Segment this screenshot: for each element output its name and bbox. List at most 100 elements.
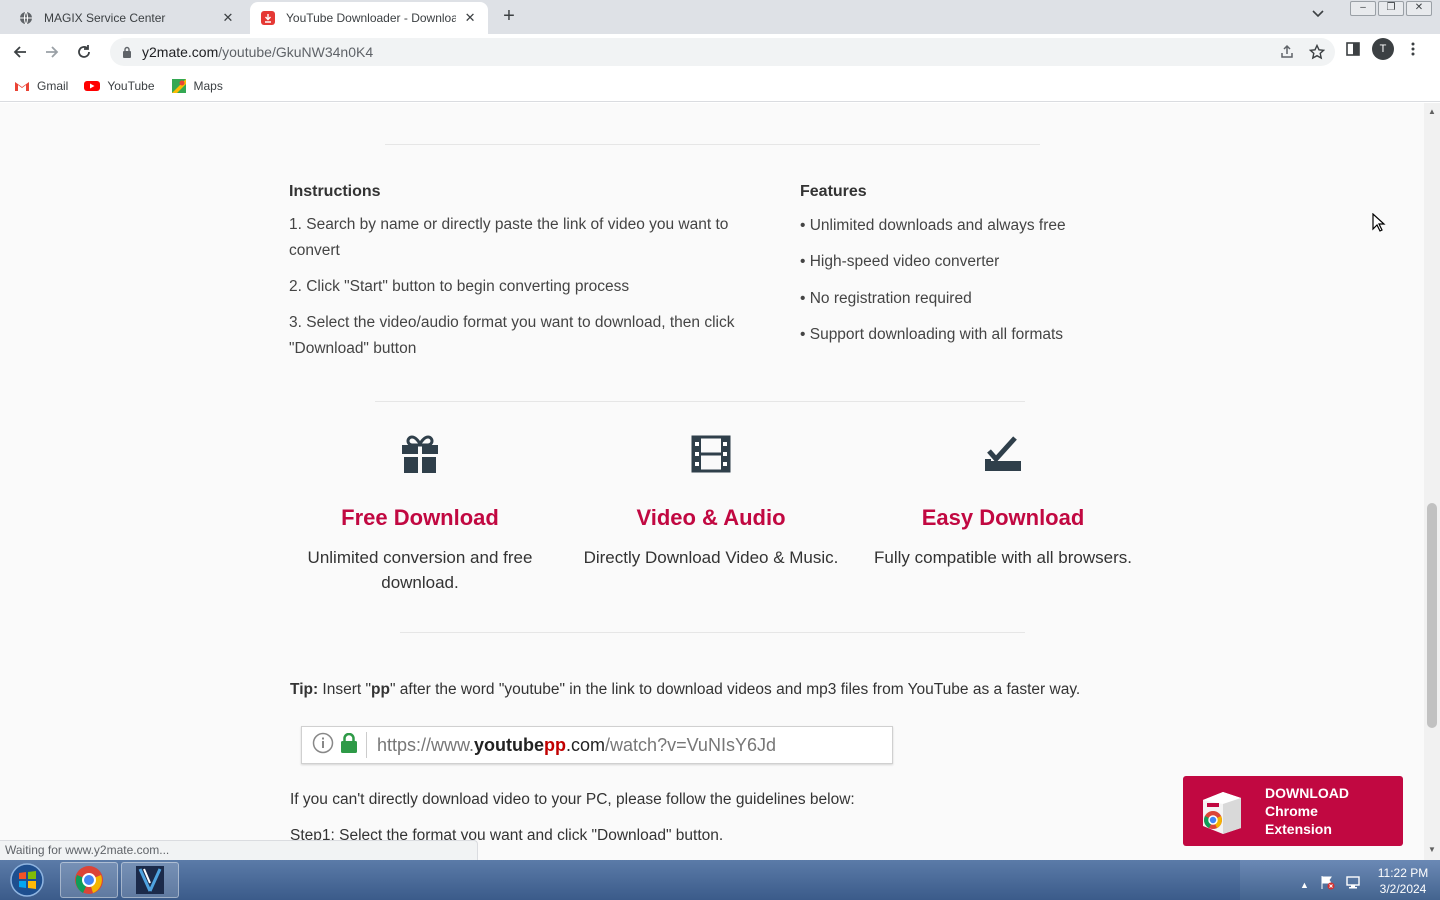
highlight-desc: Fully compatible with all browsers. [874, 548, 1132, 567]
tip-label: Tip: [290, 681, 319, 698]
maps-icon [171, 78, 187, 93]
info-icon [312, 732, 334, 759]
tip-text: Tip: Insert "pp" after the word "youtube… [290, 681, 1080, 699]
action-center-flag-icon[interactable] [1319, 874, 1335, 895]
highlight-title: Free Download [341, 505, 499, 530]
close-window-button[interactable]: ✕ [1406, 1, 1432, 16]
globe-icon [18, 10, 34, 26]
highlight-free-download: Free Download Unlimited conversion and f… [275, 433, 565, 595]
highlight-title: Easy Download [921, 505, 1085, 530]
example-url-part: .com [566, 734, 606, 755]
instruction-step-2: 2. Click "Start" button to begin convert… [289, 278, 630, 295]
feature-item: • Support downloading with all formats [800, 326, 1064, 343]
highlight-title: Video & Audio [636, 505, 786, 530]
taskbar-chrome[interactable] [60, 862, 118, 898]
share-icon[interactable] [1279, 44, 1295, 63]
tab-magix-service-center[interactable]: MAGIX Service Center ✕ [8, 2, 246, 34]
highlight-desc: Unlimited conversion and free download. [307, 548, 533, 592]
new-tab-button[interactable]: + [498, 6, 520, 28]
mouse-cursor-icon [1372, 213, 1386, 232]
example-url-part: pp [544, 734, 567, 755]
magix-icon [136, 866, 164, 894]
clock-date: 3/2/2024 [1379, 882, 1427, 896]
tab-youtube-downloader[interactable]: YouTube Downloader - Downloa ✕ [250, 2, 488, 34]
divider [385, 144, 1040, 145]
close-icon[interactable]: ✕ [462, 10, 478, 26]
tip-keyword: pp [371, 681, 390, 698]
reload-button[interactable] [70, 38, 98, 66]
y2mate-icon [260, 10, 276, 26]
page-content: Instructions 1. Search by name or direct… [0, 103, 1424, 860]
tip-text-after: " after the word "youtube" in the link t… [389, 681, 1081, 698]
chrome-extension-icon [1203, 792, 1241, 834]
tab-title: YouTube Downloader - Downloa [286, 11, 457, 25]
minimize-button[interactable]: – [1350, 1, 1376, 16]
restore-button[interactable]: ❐ [1378, 1, 1404, 16]
forward-button[interactable] [38, 38, 66, 66]
example-url-part: /watch?v=VuNIsY6Jd [605, 734, 776, 755]
bookmark-label: Gmail [37, 78, 69, 93]
star-icon[interactable] [1308, 43, 1326, 63]
tab-strip: MAGIX Service Center ✕ YouTube Downloade… [0, 0, 1440, 34]
network-icon[interactable] [1345, 874, 1361, 895]
tab-title: MAGIX Service Center [44, 11, 166, 25]
lock-icon[interactable] [120, 45, 134, 59]
bookmark-youtube[interactable]: YouTube [84, 78, 155, 93]
side-panel-icon[interactable] [1340, 42, 1366, 56]
scroll-down-icon[interactable]: ▼ [1427, 845, 1437, 855]
example-url-image: https://www. youtube pp .com/watch?v=VuNIsY… [301, 726, 893, 764]
chrome-extension-banner[interactable]: DOWNLOAD Chrome Extension [1183, 776, 1403, 846]
start-button[interactable] [5, 862, 49, 898]
system-clock[interactable]: 11:22 PM 3/2/2024 [1370, 865, 1436, 897]
example-url-part: https://www. [377, 734, 475, 755]
windows-logo-icon [10, 863, 44, 897]
bookmark-label: Maps [193, 78, 223, 93]
scroll-thumb[interactable] [1427, 503, 1437, 728]
address-bar[interactable]: y2mate.com/youtube/GkuNW34n0K4 [110, 38, 1335, 66]
divider [375, 401, 1025, 402]
url-domain: y2mate.com [142, 44, 219, 60]
url-path: /youtube/GkuNW34n0K4 [218, 44, 374, 60]
guide-text: If you can't directly download video to … [290, 791, 855, 808]
profile-avatar[interactable]: T [1372, 38, 1394, 60]
bookmark-label: YouTube [107, 78, 155, 93]
highlight-desc: Directly Download Video & Music. [583, 548, 839, 567]
browser-toolbar: y2mate.com/youtube/GkuNW34n0K4 T [0, 34, 1440, 70]
lock-icon [340, 732, 358, 758]
check-download-icon [858, 433, 1148, 475]
highlight-video-audio: Video & Audio Directly Download Video & … [566, 433, 856, 570]
loading-status: Waiting for www.y2mate.com... [0, 840, 478, 860]
reload-icon [78, 45, 90, 58]
divider [400, 632, 1025, 633]
film-icon [566, 433, 856, 475]
arrow-right-icon [46, 46, 59, 58]
arrow-left-icon [13, 46, 26, 58]
clock-time: 11:22 PM [1377, 866, 1429, 880]
window-controls: – ❐ ✕ [1350, 0, 1440, 16]
instruction-step-1: 1. Search by name or directly paste the … [289, 216, 729, 259]
banner-line: Chrome [1265, 803, 1318, 819]
feature-item: • Unlimited downloads and always free [800, 217, 1066, 234]
tray-icons: ▲ [1300, 874, 1361, 895]
close-icon[interactable]: ✕ [220, 10, 236, 26]
instructions-title: Instructions [289, 183, 381, 200]
bookmark-maps[interactable]: Maps [171, 78, 223, 93]
youtube-icon [84, 80, 101, 92]
separator [366, 732, 367, 758]
scroll-up-icon[interactable]: ▲ [1427, 107, 1437, 117]
chevron-down-icon[interactable] [1312, 9, 1324, 21]
back-button[interactable] [6, 38, 34, 66]
show-hidden-icons[interactable]: ▲ [1300, 880, 1309, 890]
feature-item: • High-speed video converter [800, 253, 1000, 270]
gift-icon [275, 433, 565, 475]
banner-line: Extension [1265, 821, 1332, 837]
bookmarks-bar: Gmail YouTube Maps [0, 70, 1440, 102]
chrome-icon [75, 866, 103, 894]
banner-line: DOWNLOAD [1265, 785, 1349, 801]
highlight-easy-download: Easy Download Fully compatible with all … [858, 433, 1148, 570]
bookmark-gmail[interactable]: Gmail [14, 79, 68, 93]
kebab-menu-icon[interactable] [1400, 42, 1426, 56]
taskbar-magix[interactable] [121, 862, 179, 898]
gmail-icon [14, 80, 30, 92]
page-scrollbar[interactable]: ▲ ▼ [1424, 103, 1440, 860]
